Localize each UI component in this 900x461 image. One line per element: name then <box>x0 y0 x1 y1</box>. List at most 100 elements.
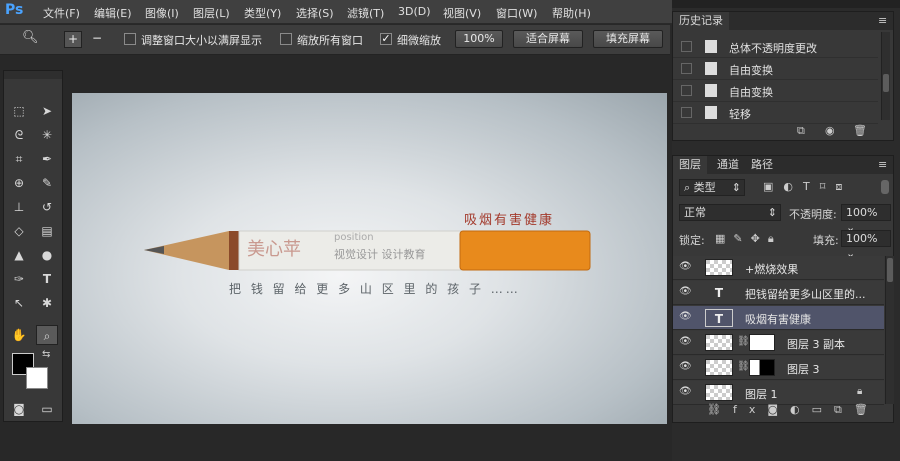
visibility-eye-icon[interactable]: 👁︎ <box>679 312 693 322</box>
menu-3d[interactable]: 3D(D) <box>398 5 431 18</box>
layer-filter-icons[interactable]: ▣◐T⌑⧈ <box>763 180 852 194</box>
blur-tool-icon[interactable]: ▲ <box>8 245 30 265</box>
menu-filter[interactable]: 滤镜(T) <box>347 5 384 21</box>
zoom-100-button[interactable]: 100% <box>455 30 503 48</box>
layer-name: 图层 1 <box>745 388 778 401</box>
layers-scrollbar[interactable] <box>885 256 894 404</box>
right-panels: 历史记录 ≡ 总体不透明度更改 自由变换 自由变换 轻移 ⧉ ◉ 🗑︎ 图层 通… <box>672 0 900 461</box>
tab-paths[interactable]: 路径 <box>745 156 779 174</box>
menu-image[interactable]: 图像(I) <box>145 5 179 21</box>
new-document-from-state-icon[interactable]: ⧉ <box>797 124 805 138</box>
clone-stamp-icon[interactable]: ⊥ <box>8 197 30 217</box>
menu-edit[interactable]: 编辑(E) <box>94 5 132 21</box>
fit-screen-button[interactable]: 适合屏幕 <box>513 30 583 48</box>
layer-row[interactable]: 👁︎ ⛓ 图层 3 副本 <box>673 331 884 355</box>
visibility-eye-icon[interactable]: 👁︎ <box>679 337 693 347</box>
panel-dock-header[interactable] <box>672 0 900 8</box>
crop-tool-icon[interactable]: ⌗ <box>8 149 30 169</box>
history-item[interactable]: 自由变换 <box>673 58 878 80</box>
menu-select[interactable]: 选择(S) <box>296 5 334 21</box>
layer-thumbnail <box>705 384 733 401</box>
layer-row-selected[interactable]: 👁︎ T 吸烟有害健康 <box>673 306 884 330</box>
layer-name: 图层 3 副本 <box>787 338 845 351</box>
eyedropper-icon[interactable]: ✒ <box>36 149 58 169</box>
eraser-icon[interactable]: ◇ <box>8 221 30 241</box>
menu-type[interactable]: 类型(Y) <box>244 5 281 21</box>
tab-channels[interactable]: 通道 <box>711 156 745 174</box>
history-scrollbar[interactable] <box>881 32 890 120</box>
menu-layer[interactable]: 图层(L) <box>193 5 230 21</box>
history-item[interactable]: 轻移 <box>673 102 878 124</box>
fill-value: 100% <box>846 232 878 245</box>
menu-file[interactable]: 文件(F) <box>43 5 80 21</box>
scrubby-zoom-checkbox[interactable]: ✓ <box>380 33 392 45</box>
history-source-checkbox[interactable] <box>681 85 692 96</box>
history-source-checkbox[interactable] <box>681 107 692 118</box>
menu-help[interactable]: 帮助(H) <box>552 5 591 21</box>
scrubby-zoom-label: 细微缩放 <box>397 34 441 47</box>
layer-row[interactable]: 👁︎ +燃烧效果 <box>673 256 884 280</box>
history-source-checkbox[interactable] <box>681 41 692 52</box>
layer-name: 把钱留给更多山区里的... <box>745 288 866 301</box>
panel-menu-icon[interactable]: ≡ <box>878 14 887 27</box>
swap-colors-icon[interactable]: ⇆ <box>42 349 50 360</box>
mask-link-icon[interactable]: ⛓ <box>737 336 750 347</box>
lock-icons[interactable]: ▦✎✥🔒︎ <box>715 232 782 246</box>
resize-windows-label: 调整窗口大小以满屏显示 <box>141 34 262 47</box>
layers-menu-icon[interactable]: ≡ <box>878 158 887 171</box>
opacity-input[interactable]: 100% ⌄ <box>841 204 891 234</box>
brush-tool-icon[interactable]: ✎ <box>36 173 58 193</box>
healing-brush-icon[interactable]: ⊕ <box>8 173 30 193</box>
zoom-tool-icon[interactable]: 🔍︎ <box>22 30 42 48</box>
visibility-eye-icon[interactable]: 👁︎ <box>679 387 693 397</box>
resize-windows-checkbox[interactable] <box>124 33 136 45</box>
filter-toggle[interactable] <box>881 180 889 194</box>
zoom-in-icon[interactable]: + <box>64 31 82 48</box>
history-source-checkbox[interactable] <box>681 63 692 74</box>
marquee-tool-icon[interactable]: ⬚ <box>8 101 30 121</box>
visibility-eye-icon[interactable]: 👁︎ <box>679 287 693 297</box>
history-tab[interactable]: 历史记录 <box>673 12 729 30</box>
layer-mask-thumbnail[interactable] <box>749 334 775 351</box>
history-item[interactable]: 总体不透明度更改 <box>673 36 878 58</box>
layers-footer-icons[interactable]: ⛓fx◙◐▭⧉🗑︎ <box>707 403 880 417</box>
move-tool-icon[interactable]: ➤ <box>36 101 58 121</box>
screen-mode-icon[interactable]: ▭ <box>36 399 58 419</box>
gradient-tool-icon[interactable]: ▤ <box>36 221 58 241</box>
hand-tool-icon[interactable]: ✋ <box>8 325 30 345</box>
history-item[interactable]: 自由变换 <box>673 80 878 102</box>
magic-wand-icon[interactable]: ✳ <box>36 125 58 145</box>
layer-row[interactable]: 👁︎ 图层 1 🔒︎ <box>673 381 884 405</box>
tab-layers[interactable]: 图层 <box>673 156 707 174</box>
mask-link-icon[interactable]: ⛓ <box>737 361 750 372</box>
visibility-eye-icon[interactable]: 👁︎ <box>679 262 693 272</box>
quick-mask-icon[interactable]: ◙ <box>8 399 30 419</box>
history-brush-icon[interactable]: ↺ <box>36 197 58 217</box>
custom-shape-icon[interactable]: ✱ <box>36 293 58 313</box>
lasso-tool-icon[interactable]: ᘓ <box>8 125 30 145</box>
zoom-tool-icon-box[interactable]: ⌕ <box>36 325 58 345</box>
path-selection-icon[interactable]: ↖ <box>8 293 30 313</box>
history-item-label: 轻移 <box>729 108 751 121</box>
delete-trash-icon[interactable]: 🗑︎ <box>853 124 867 137</box>
layer-filter-select[interactable]: ⌕ 类型 ⇕ <box>679 179 745 196</box>
snapshot-camera-icon[interactable]: ◉ <box>825 124 835 137</box>
fill-input[interactable]: 100% ⌄ <box>841 230 891 260</box>
blend-mode-select[interactable]: 正常 ⇕ <box>679 204 781 221</box>
layer-row[interactable]: 👁︎ T 把钱留给更多山区里的... <box>673 281 884 305</box>
menu-window[interactable]: 窗口(W) <box>496 5 537 21</box>
zoom-out-icon[interactable]: − <box>88 31 106 48</box>
background-color-swatch[interactable] <box>26 367 48 389</box>
pen-tool-icon[interactable]: ✑ <box>8 269 30 289</box>
layer-row[interactable]: 👁︎ ⛓ 图层 3 <box>673 356 884 380</box>
dodge-tool-icon[interactable]: ● <box>36 245 58 265</box>
menu-view[interactable]: 视图(V) <box>443 5 481 21</box>
document-canvas[interactable]: 吸烟有害健康 美心苹 position 视觉设计 设计教育 把 钱 留 给 更 … <box>72 93 667 424</box>
visibility-eye-icon[interactable]: 👁︎ <box>679 362 693 372</box>
layer-mask-thumbnail[interactable] <box>749 359 775 376</box>
opacity-label: 不透明度: <box>789 208 837 221</box>
fill-screen-button[interactable]: 填充屏幕 <box>593 30 663 48</box>
toolbox-header[interactable] <box>4 71 62 79</box>
zoom-all-checkbox[interactable] <box>280 33 292 45</box>
type-tool-icon[interactable]: T <box>36 269 58 289</box>
